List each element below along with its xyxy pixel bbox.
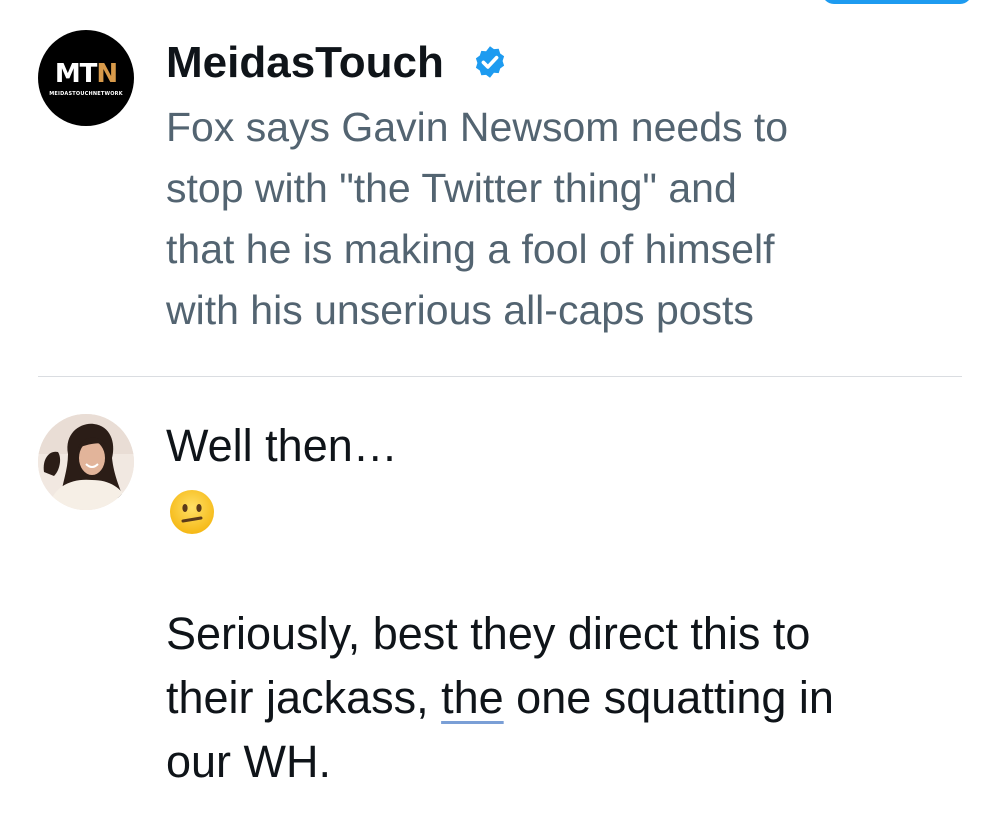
spellcheck-flagged-word[interactable]: the bbox=[441, 672, 504, 723]
user-avatar-photo bbox=[38, 414, 134, 510]
avatar-logo-accent: N bbox=[96, 59, 118, 89]
quoted-post-text: Fox says Gavin Newsom needs to stop with… bbox=[166, 104, 789, 333]
verified-badge-icon bbox=[475, 46, 505, 78]
reply-line-1: Well then… bbox=[166, 420, 398, 471]
avatar-logo-letters: MT bbox=[54, 59, 98, 89]
author-name[interactable]: MeidasTouch bbox=[166, 38, 444, 88]
author-avatar[interactable]: MTN MEIDASTOUCHNETWORK bbox=[38, 30, 134, 126]
neutral-face-emoji-icon bbox=[170, 490, 214, 534]
divider bbox=[38, 376, 962, 377]
avatar-logo: MTN bbox=[38, 60, 134, 88]
quoted-post: MTN MEIDASTOUCHNETWORK MeidasTouch Fox s… bbox=[0, 0, 1000, 376]
avatar-logo-subtext: MEIDASTOUCHNETWORK bbox=[49, 91, 123, 97]
user-avatar[interactable] bbox=[38, 414, 134, 510]
reply-line-2: Seriously, best they direct this to thei… bbox=[166, 602, 966, 794]
